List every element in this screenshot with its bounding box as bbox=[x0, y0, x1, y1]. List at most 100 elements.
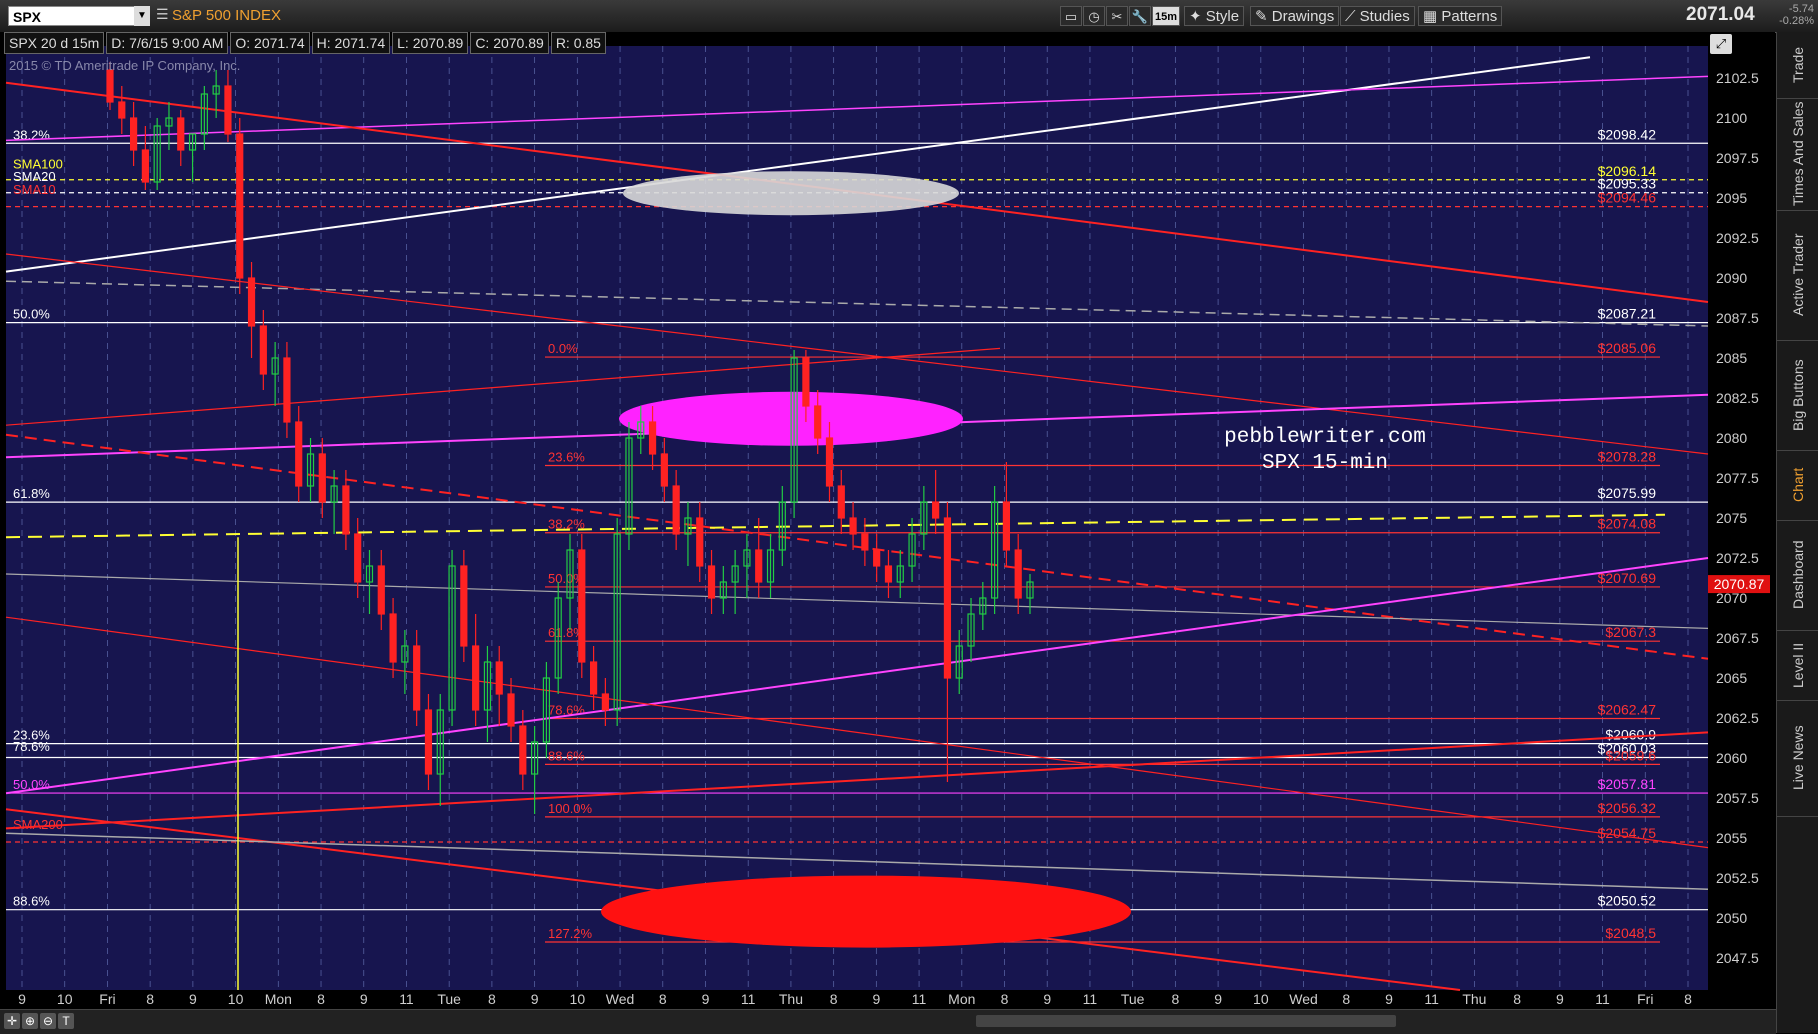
price-chart[interactable]: 9 10 Fri 8 9 10 Mon 8 9 11 Tue 8 9 10 Wed 8 9 11 Thu 8 9 11 Mo… bbox=[0, 32, 1775, 1017]
candle-body[interactable] bbox=[106, 69, 114, 103]
candle-body[interactable] bbox=[413, 645, 421, 711]
bar-open: O: 2071.74 bbox=[230, 32, 310, 54]
tab-live-news[interactable]: Live News bbox=[1777, 700, 1818, 817]
candle-body[interactable] bbox=[601, 693, 609, 711]
studies-button[interactable]: ⟋ Studies bbox=[1340, 6, 1415, 26]
y-tick-label: 2050 bbox=[1716, 910, 1747, 926]
candle-body[interactable] bbox=[825, 437, 834, 487]
level-price-label: $2056.32 bbox=[1598, 800, 1657, 816]
crosshair-icon[interactable]: ✛ bbox=[4, 1013, 20, 1029]
candle-body[interactable] bbox=[861, 533, 869, 551]
y-tick-label: 2060 bbox=[1716, 750, 1747, 766]
timeframe-badge[interactable]: 15m bbox=[1152, 6, 1180, 26]
x-tick-label: 9 bbox=[1043, 991, 1051, 1007]
candle-body[interactable] bbox=[672, 485, 680, 535]
candle-body[interactable] bbox=[660, 453, 668, 487]
candle-body[interactable] bbox=[1014, 549, 1022, 599]
x-tick-label: 10 bbox=[228, 991, 244, 1007]
chart-scrollbar[interactable] bbox=[976, 1015, 1396, 1027]
candle-body[interactable] bbox=[495, 661, 503, 695]
bar-range: R: 0.85 bbox=[550, 32, 606, 54]
style-button[interactable]: ✦ Style bbox=[1184, 6, 1245, 26]
candle-body[interactable] bbox=[884, 565, 893, 583]
x-tick-label: 8 bbox=[1171, 991, 1179, 1007]
candle-body[interactable] bbox=[472, 645, 480, 711]
study-label: SPX 20 d 15m bbox=[4, 32, 105, 54]
tab-level-ii[interactable]: Level II bbox=[1777, 630, 1818, 701]
candle-body[interactable] bbox=[377, 565, 385, 615]
candle-body[interactable] bbox=[259, 325, 267, 375]
tab-active-trader[interactable]: Active Trader bbox=[1777, 210, 1818, 341]
tab-chart[interactable]: Chart bbox=[1777, 450, 1818, 521]
level-price-label: $2074.08 bbox=[1598, 516, 1657, 532]
candle-body[interactable] bbox=[118, 101, 126, 119]
level-name-label: 61.8% bbox=[13, 486, 50, 501]
tab-trade[interactable]: Trade bbox=[1777, 32, 1818, 99]
level-name-label: 78.6% bbox=[13, 739, 50, 754]
y-tick-label: 2067.5 bbox=[1716, 630, 1759, 646]
drawings-button[interactable]: ✎ Drawings bbox=[1250, 6, 1340, 26]
patterns-button[interactable]: ▦ Patterns bbox=[1418, 6, 1503, 26]
candle-body[interactable] bbox=[129, 117, 138, 151]
candle-body[interactable] bbox=[802, 357, 810, 407]
tab-big-buttons[interactable]: Big Buttons bbox=[1777, 340, 1818, 451]
menu-icon[interactable]: ☰ bbox=[156, 6, 169, 23]
candle-body[interactable] bbox=[389, 613, 397, 663]
candle-body[interactable] bbox=[247, 277, 256, 327]
tab-times-and-sales[interactable]: Times And Sales bbox=[1777, 98, 1818, 211]
zoom-in-icon[interactable]: ⊕ bbox=[22, 1013, 38, 1029]
candle-body[interactable] bbox=[932, 501, 940, 519]
candle-body[interactable] bbox=[696, 517, 704, 567]
candle-body[interactable] bbox=[589, 661, 598, 695]
scissors-icon[interactable]: ✂ bbox=[1106, 6, 1128, 26]
chart-area[interactable]: 9 10 Fri 8 9 10 Mon 8 9 11 Tue 8 9 10 Wed 8 9 11 Thu 8 9 11 Mo… bbox=[0, 32, 1775, 1017]
chevron-down-icon[interactable]: ▼ bbox=[134, 6, 150, 26]
candle-body[interactable] bbox=[648, 421, 657, 455]
x-tick-label: Tue bbox=[1121, 991, 1145, 1007]
x-tick-label: 11 bbox=[741, 991, 756, 1007]
chart-header: SPX ▼ ☰ S&P 500 INDEX ▭ ◷ ✂ 🔧 15m ✦ Styl… bbox=[0, 0, 1818, 33]
candle-body[interactable] bbox=[873, 549, 881, 567]
candle-body[interactable] bbox=[1002, 501, 1011, 551]
candle-body[interactable] bbox=[755, 549, 763, 583]
symbol-input[interactable]: SPX bbox=[8, 6, 150, 26]
x-tick-label: 11 bbox=[1083, 991, 1098, 1007]
candle-body[interactable] bbox=[141, 149, 149, 183]
candle-body[interactable] bbox=[295, 421, 303, 487]
candle-body[interactable] bbox=[224, 85, 232, 135]
x-tick-label: 10 bbox=[57, 991, 73, 1007]
candle-body[interactable] bbox=[424, 709, 433, 775]
y-tick-label: 2087.5 bbox=[1716, 310, 1759, 326]
candle-body[interactable] bbox=[707, 565, 716, 599]
tab-dashboard[interactable]: Dashboard bbox=[1777, 520, 1818, 631]
x-tick-label: 8 bbox=[1684, 991, 1692, 1007]
expand-icon[interactable]: ⤢ bbox=[1710, 34, 1732, 54]
zoom-out-icon[interactable]: ⊖ bbox=[40, 1013, 56, 1029]
candle-body[interactable] bbox=[943, 517, 952, 679]
x-tick-label: 9 bbox=[872, 991, 880, 1007]
candle-body[interactable] bbox=[519, 725, 527, 775]
candle-body[interactable] bbox=[283, 357, 291, 423]
candle-body[interactable] bbox=[236, 133, 244, 279]
target-ellipse-red bbox=[601, 875, 1131, 948]
candle-body[interactable] bbox=[578, 549, 586, 663]
studies-label: Studies bbox=[1359, 8, 1410, 25]
text-tool-icon[interactable]: T bbox=[58, 1013, 74, 1029]
candle-body[interactable] bbox=[460, 565, 468, 647]
y-tick-label: 2065 bbox=[1716, 670, 1747, 686]
y-tick-label: 2097.5 bbox=[1716, 150, 1759, 166]
level-price-label: $2075.99 bbox=[1598, 485, 1657, 501]
candle-body[interactable] bbox=[177, 117, 185, 151]
level-name-label: SMA10 bbox=[13, 182, 56, 197]
candle-body[interactable] bbox=[342, 485, 350, 535]
candle-body[interactable] bbox=[837, 485, 845, 519]
candle-body[interactable] bbox=[354, 533, 362, 583]
candle-body[interactable] bbox=[507, 693, 515, 727]
candle-body[interactable] bbox=[318, 453, 326, 503]
candle-body[interactable] bbox=[849, 517, 857, 535]
chart-type-icon[interactable]: ▭ bbox=[1060, 6, 1082, 26]
candle-body[interactable] bbox=[814, 405, 822, 439]
wrench-icon[interactable]: 🔧 bbox=[1129, 6, 1151, 26]
level-price-label: $2078.28 bbox=[1598, 449, 1657, 465]
clock-icon[interactable]: ◷ bbox=[1083, 6, 1105, 26]
